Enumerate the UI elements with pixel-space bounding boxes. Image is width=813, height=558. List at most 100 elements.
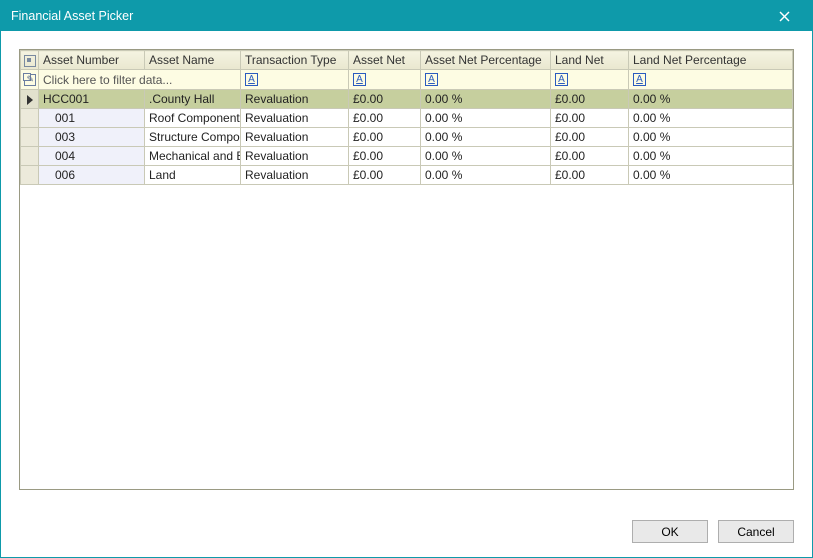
cell-transaction-type-text: Revaluation: [245, 92, 308, 106]
cell-asset-net-text: £0.00: [353, 92, 383, 106]
cell-asset-net-pct[interactable]: 0.00 %: [421, 109, 551, 128]
cell-asset-number[interactable]: 004: [39, 147, 145, 166]
filter-row[interactable]: Click here to filter data... A A A A A: [21, 70, 793, 90]
row-header[interactable]: [21, 128, 39, 147]
cell-asset-net-text: £0.00: [353, 149, 383, 163]
cell-asset-name-text: Structure Compo: [149, 130, 240, 144]
cell-asset-net[interactable]: £0.00: [349, 147, 421, 166]
cell-land-net-pct[interactable]: 0.00 %: [629, 90, 793, 109]
cell-asset-net-pct[interactable]: 0.00 %: [421, 90, 551, 109]
cell-land-net[interactable]: £0.00: [551, 109, 629, 128]
cell-land-net[interactable]: £0.00: [551, 147, 629, 166]
cell-land-net[interactable]: £0.00: [551, 90, 629, 109]
cell-land-net-text: £0.00: [555, 111, 585, 125]
column-header-land-net[interactable]: Land Net: [551, 51, 629, 70]
cell-asset-name[interactable]: Mechanical and E: [145, 147, 241, 166]
row-header[interactable]: [21, 90, 39, 109]
column-header-transaction-type[interactable]: Transaction Type: [241, 51, 349, 70]
cell-transaction-type[interactable]: Revaluation: [241, 128, 349, 147]
current-row-arrow-icon: [27, 95, 33, 105]
cell-asset-number-text: 006: [55, 168, 75, 182]
grid-body: HCC001.County HallRevaluation£0.000.00 %…: [21, 90, 793, 185]
dialog-window: Financial Asset Picker Asset Number Asse…: [0, 0, 813, 558]
cell-asset-name[interactable]: Land: [145, 166, 241, 185]
table-row[interactable]: HCC001.County Hall Revaluation £0.00 0.00 %…: [21, 90, 793, 109]
cell-transaction-type[interactable]: Revaluation: [241, 109, 349, 128]
cell-asset-net-pct-text: 0.00 %: [425, 149, 462, 163]
column-header-asset-net[interactable]: Asset Net: [349, 51, 421, 70]
row-header[interactable]: [21, 166, 39, 185]
cell-asset-number-text: 003: [55, 130, 75, 144]
filter-cell-land-net[interactable]: A: [551, 70, 629, 90]
dialog-content: Asset Number Asset Name Transaction Type…: [1, 31, 812, 508]
grid-empty-area: [20, 185, 793, 489]
cell-asset-net[interactable]: £0.00: [349, 109, 421, 128]
cell-land-net-pct[interactable]: 0.00 %: [629, 166, 793, 185]
text-filter-icon: A: [425, 73, 438, 86]
cell-land-net[interactable]: £0.00: [551, 128, 629, 147]
cell-land-net-text: £0.00: [555, 92, 585, 106]
cell-asset-name-text: Land: [149, 168, 176, 182]
column-header-asset-net-pct[interactable]: Asset Net Percentage: [421, 51, 551, 70]
cell-transaction-type-text: Revaluation: [245, 130, 308, 144]
column-header-row[interactable]: Asset Number Asset Name Transaction Type…: [21, 51, 793, 70]
column-header-land-net-pct[interactable]: Land Net Percentage: [629, 51, 793, 70]
filter-cell-asset-net-pct[interactable]: A: [421, 70, 551, 90]
cell-asset-net-pct[interactable]: 0.00 %: [421, 166, 551, 185]
close-icon: [779, 11, 790, 22]
filter-edit-icon: [24, 74, 36, 86]
asset-grid[interactable]: Asset Number Asset Name Transaction Type…: [19, 49, 794, 490]
filter-prompt-cell[interactable]: Click here to filter data...: [39, 70, 241, 90]
cell-asset-net-pct-text: 0.00 %: [425, 130, 462, 144]
cell-land-net-text: £0.00: [555, 130, 585, 144]
cell-asset-net-text: £0.00: [353, 130, 383, 144]
cell-land-net-pct[interactable]: 0.00 %: [629, 109, 793, 128]
cell-asset-number[interactable]: HCC001: [39, 90, 145, 109]
column-header-asset-number[interactable]: Asset Number: [39, 51, 145, 70]
column-header-asset-name[interactable]: Asset Name: [145, 51, 241, 70]
cell-land-net[interactable]: £0.00: [551, 166, 629, 185]
ok-button[interactable]: OK: [632, 520, 708, 543]
close-button[interactable]: [764, 1, 804, 31]
cell-land-net-pct[interactable]: 0.00 %: [629, 147, 793, 166]
cell-asset-number-text: 004: [55, 149, 75, 163]
cell-asset-name[interactable]: Structure Compo: [145, 128, 241, 147]
row-header[interactable]: [21, 147, 39, 166]
cell-asset-number[interactable]: 001: [39, 109, 145, 128]
cell-asset-net[interactable]: £0.00: [349, 166, 421, 185]
cell-asset-net-pct[interactable]: 0.00 %: [421, 128, 551, 147]
cell-transaction-type[interactable]: Revaluation: [241, 147, 349, 166]
cell-asset-name[interactable]: .County Hall: [145, 90, 241, 109]
cell-asset-number-text: 001: [55, 111, 75, 125]
row-header[interactable]: [21, 109, 39, 128]
cell-asset-name[interactable]: Roof Component: [145, 109, 241, 128]
cell-transaction-type[interactable]: Revaluation: [241, 166, 349, 185]
filter-row-indicator[interactable]: [21, 70, 39, 90]
table-row[interactable]: 003 Structure Compo Revaluation £0.00 0.00 %…: [21, 128, 793, 147]
cell-asset-net-pct-text: 0.00 %: [425, 111, 462, 125]
cell-asset-net[interactable]: £0.00: [349, 90, 421, 109]
filter-cell-asset-net[interactable]: A: [349, 70, 421, 90]
title-bar[interactable]: Financial Asset Picker: [1, 1, 812, 31]
cell-transaction-type[interactable]: Revaluation: [241, 90, 349, 109]
cell-asset-net-pct-text: 0.00 %: [425, 168, 462, 182]
grid-corner-icon: [24, 55, 36, 67]
filter-cell-land-net-pct[interactable]: A: [629, 70, 793, 90]
cell-land-net-pct[interactable]: 0.00 %: [629, 128, 793, 147]
table-row[interactable]: 006LandRevaluation£0.000.00 %£0.000.00 %: [21, 166, 793, 185]
cell-asset-net-text: £0.00: [353, 168, 383, 182]
cell-asset-number[interactable]: 003: [39, 128, 145, 147]
table-row[interactable]: 001Roof ComponentRevaluation£0.000.00 %£…: [21, 109, 793, 128]
cell-asset-number[interactable]: 006: [39, 166, 145, 185]
cancel-button[interactable]: Cancel: [718, 520, 794, 543]
asset-table: Asset Number Asset Name Transaction Type…: [20, 50, 793, 185]
cell-asset-net[interactable]: £0.00: [349, 128, 421, 147]
filter-cell-transaction-type[interactable]: A: [241, 70, 349, 90]
table-row[interactable]: 004Mechanical and ERevaluation£0.000.00 …: [21, 147, 793, 166]
cell-asset-net-pct[interactable]: 0.00 %: [421, 147, 551, 166]
window-title: Financial Asset Picker: [11, 9, 764, 23]
cell-land-net-pct-text: 0.00 %: [633, 111, 670, 125]
grid-corner-button[interactable]: [21, 51, 39, 70]
text-filter-icon: A: [245, 73, 258, 86]
button-bar: OK Cancel: [1, 508, 812, 557]
